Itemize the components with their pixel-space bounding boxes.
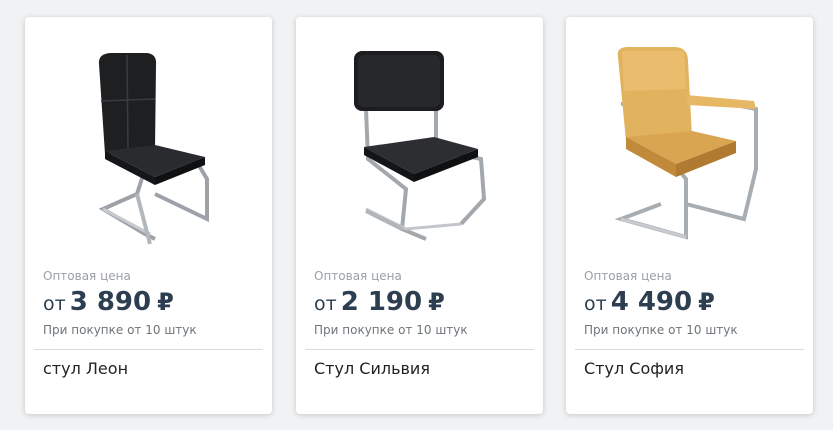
- price: от 3 890 ₽: [43, 287, 174, 317]
- currency-symbol: ₽: [428, 288, 445, 316]
- product-card[interactable]: Оптовая цена от 3 890 ₽ При покупке от 10 …: [25, 17, 272, 414]
- price-prefix: от: [43, 293, 66, 315]
- chair-leon-icon[interactable]: [25, 29, 272, 259]
- price-caption: Оптовая цена: [43, 269, 131, 283]
- chair-silvia-icon[interactable]: [296, 29, 543, 259]
- price: от 2 190 ₽: [314, 287, 445, 317]
- product-card[interactable]: Оптовая цена от 2 190 ₽ При покупке от 10 …: [296, 17, 543, 414]
- price-amount: 4 490: [610, 287, 693, 317]
- divider: [575, 349, 804, 350]
- currency-symbol: ₽: [157, 288, 174, 316]
- currency-symbol: ₽: [698, 288, 715, 316]
- min-qty-note: При покупке от 10 штук: [43, 323, 197, 337]
- price-amount: 2 190: [340, 287, 423, 317]
- divider: [305, 349, 534, 350]
- price: от 4 490 ₽: [584, 287, 715, 317]
- price-prefix: от: [314, 293, 337, 315]
- price-amount: 3 890: [69, 287, 152, 317]
- product-name-link[interactable]: Стул София: [584, 359, 684, 378]
- product-grid: Оптовая цена от 3 890 ₽ При покупке от 10 …: [0, 0, 833, 430]
- product-card[interactable]: Оптовая цена от 4 490 ₽ При покупке от 10 …: [566, 17, 813, 414]
- price-caption: Оптовая цена: [314, 269, 402, 283]
- product-name-link[interactable]: Стул Сильвия: [314, 359, 430, 378]
- price-prefix: от: [584, 293, 607, 315]
- product-name-link[interactable]: стул Леон: [43, 359, 128, 378]
- min-qty-note: При покупке от 10 штук: [314, 323, 468, 337]
- chair-sofia-icon[interactable]: [566, 29, 813, 259]
- min-qty-note: При покупке от 10 штук: [584, 323, 738, 337]
- price-caption: Оптовая цена: [584, 269, 672, 283]
- divider: [34, 349, 263, 350]
